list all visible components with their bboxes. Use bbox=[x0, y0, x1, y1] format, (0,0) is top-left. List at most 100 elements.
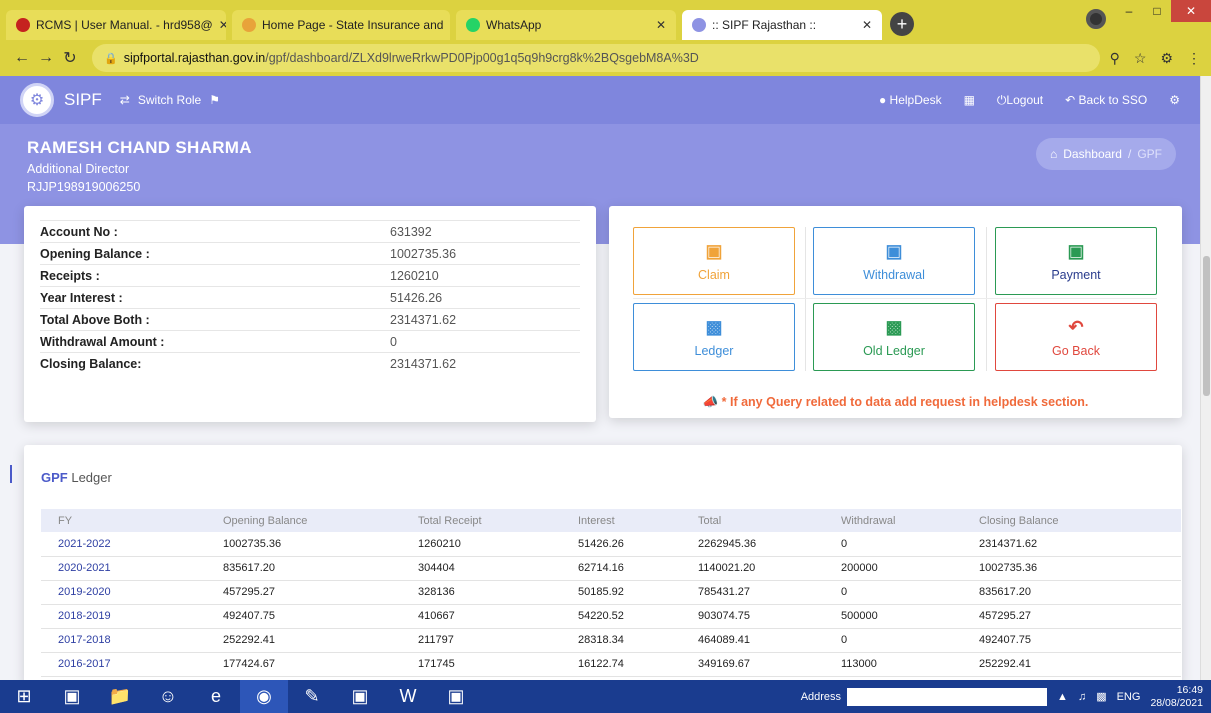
fy-link[interactable]: 2017-2018 bbox=[41, 628, 206, 653]
close-tab-icon[interactable]: ✕ bbox=[862, 18, 872, 32]
minimize-icon[interactable]: – bbox=[1115, 0, 1143, 22]
calendar-icon[interactable]: ▦ bbox=[964, 93, 975, 107]
switch-role-button[interactable]: ⇄ Switch Role ⚑ bbox=[120, 93, 220, 107]
ledger-button[interactable]: ▩ Ledger bbox=[633, 303, 795, 371]
ledger-cell: 457295.27 bbox=[206, 580, 401, 605]
app-icon[interactable]: ▣ bbox=[432, 680, 480, 713]
ledger-title-rest: Ledger bbox=[67, 470, 112, 485]
paint-icon[interactable]: ✎ bbox=[288, 680, 336, 713]
ledger-cell: 304404 bbox=[401, 556, 561, 581]
browser-tab-title: :: SIPF Rajasthan :: bbox=[712, 18, 817, 32]
employee-designation: Additional Director bbox=[27, 162, 130, 176]
forward-arrow-icon[interactable]: → bbox=[34, 49, 58, 67]
ledger-column-header[interactable]: Total bbox=[681, 509, 824, 532]
back-to-sso-link[interactable]: ↶ Back to SSO bbox=[1065, 93, 1147, 107]
chevron-up-icon[interactable]: ▲ bbox=[1057, 691, 1068, 703]
logout-link[interactable]: ⏻Logout bbox=[997, 93, 1043, 108]
section-accent-bar bbox=[10, 465, 12, 483]
account-value: 631392 bbox=[390, 220, 580, 243]
table-row: 2021-2022 1002735.36 1260210 51426.26 226294… bbox=[41, 532, 1181, 557]
close-window-icon[interactable]: ✕ bbox=[1171, 0, 1211, 22]
close-tab-icon[interactable]: ✕ bbox=[656, 18, 666, 32]
browser-tab[interactable]: RCMS | User Manual. - hrd958@ ✕ bbox=[6, 10, 226, 40]
ledger-cell: 50185.92 bbox=[561, 580, 681, 605]
app-icon[interactable]: ☺ bbox=[144, 680, 192, 713]
old-ledger-button[interactable]: ▩ Old Ledger bbox=[813, 303, 975, 371]
fy-link[interactable]: 2020-2021 bbox=[41, 556, 206, 581]
window-controls: – □ ✕ bbox=[1115, 0, 1211, 22]
ledger-cell: 16122.74 bbox=[561, 652, 681, 677]
fy-link[interactable]: 2019-2020 bbox=[41, 580, 206, 605]
url-field[interactable]: 🔒 sipfportal.rajasthan.gov.in/gpf/dashbo… bbox=[92, 44, 1100, 72]
browser-tab[interactable]: :: SIPF Rajasthan :: ✕ bbox=[682, 10, 882, 40]
divider bbox=[633, 298, 1157, 299]
new-tab-icon[interactable]: + bbox=[890, 12, 914, 36]
flag-icon: ⚑ bbox=[209, 93, 220, 107]
chrome-icon[interactable]: ◉ bbox=[240, 680, 288, 713]
close-tab-icon[interactable]: ✕ bbox=[449, 18, 450, 32]
ledger-cell: 2262945.36 bbox=[681, 532, 824, 557]
browser-tab[interactable]: WhatsApp ✕ bbox=[456, 10, 676, 40]
account-row: Opening Balance :1002735.36 bbox=[40, 242, 580, 265]
swap-icon: ⇄ bbox=[119, 93, 130, 107]
language-indicator[interactable]: ENG bbox=[1117, 691, 1141, 703]
ledger-column-header[interactable]: Opening Balance bbox=[206, 509, 401, 532]
menu-dots-icon[interactable]: ⋮ bbox=[1187, 50, 1201, 67]
page-scrollbar[interactable] bbox=[1200, 76, 1211, 680]
file-explorer-icon[interactable]: 📁 bbox=[96, 680, 144, 713]
zoom-icon[interactable]: ⚲ bbox=[1110, 50, 1120, 67]
ledger-cell: 54220.52 bbox=[561, 604, 681, 629]
claim-button[interactable]: ▣ Claim bbox=[633, 227, 795, 295]
taskbar-address-input[interactable] bbox=[847, 687, 1048, 706]
fy-link[interactable]: 2016-2017 bbox=[41, 652, 206, 677]
browser-profile-icon[interactable] bbox=[1086, 9, 1106, 29]
divider bbox=[805, 227, 806, 371]
bookmark-star-icon[interactable]: ☆ bbox=[1134, 50, 1147, 67]
ledger-column-header[interactable]: Interest bbox=[561, 509, 681, 532]
app-icon[interactable]: ▣ bbox=[336, 680, 384, 713]
brand-name[interactable]: SIPF bbox=[64, 90, 102, 110]
fy-link[interactable]: 2021-2022 bbox=[41, 532, 206, 557]
close-tab-icon[interactable]: ✕ bbox=[219, 18, 226, 32]
fy-link[interactable]: 2018-2019 bbox=[41, 604, 206, 629]
ledger-column-header[interactable]: FY bbox=[41, 509, 206, 532]
settings-gear-icon[interactable]: ⚙ bbox=[1169, 93, 1180, 107]
signal-icon[interactable]: ▩ bbox=[1096, 690, 1106, 703]
ledger-column-header[interactable]: Total Receipt bbox=[401, 509, 561, 532]
account-label: Receipts : bbox=[40, 264, 390, 287]
breadcrumb: ⌂ Dashboard / GPF bbox=[1036, 138, 1176, 170]
reload-icon[interactable]: ↻ bbox=[58, 48, 82, 68]
scrollbar-thumb[interactable] bbox=[1203, 256, 1210, 396]
windows-start-icon[interactable]: ⊞ bbox=[0, 680, 48, 713]
sipf-logo[interactable]: ⚙ bbox=[20, 83, 54, 117]
word-icon[interactable]: W bbox=[384, 680, 432, 713]
clock[interactable]: 16:49 28/08/2021 bbox=[1150, 684, 1203, 710]
ledger-cell: 500000 bbox=[824, 604, 962, 629]
volume-icon[interactable]: ♫ bbox=[1078, 691, 1086, 703]
ledger-cell: 349169.67 bbox=[681, 652, 824, 677]
maximize-icon[interactable]: □ bbox=[1143, 0, 1171, 22]
withdrawal-button[interactable]: ▣ Withdrawal bbox=[813, 227, 975, 295]
helpdesk-link[interactable]: ● HelpDesk bbox=[879, 93, 942, 107]
ledger-cell: 1140021.20 bbox=[681, 556, 824, 581]
store-icon[interactable]: ▣ bbox=[48, 680, 96, 713]
extension-icon[interactable]: ⚙ bbox=[1160, 50, 1173, 67]
ledger-cell: 835617.20 bbox=[206, 556, 401, 581]
ledger-label: Ledger bbox=[694, 343, 734, 358]
claim-label: Claim bbox=[698, 267, 730, 282]
account-label: Account No : bbox=[40, 220, 390, 243]
payment-button[interactable]: ▣ Payment bbox=[995, 227, 1157, 295]
internet-explorer-icon[interactable]: e bbox=[192, 680, 240, 713]
helpdesk-label: HelpDesk bbox=[889, 93, 942, 107]
payment-label: Payment bbox=[1051, 267, 1101, 282]
ledger-column-header[interactable]: Closing Balance bbox=[962, 509, 1181, 532]
go-back-button[interactable]: ↶ Go Back bbox=[995, 303, 1157, 371]
account-label: Opening Balance : bbox=[40, 242, 390, 265]
browser-tab[interactable]: Home Page - State Insurance and ✕ bbox=[232, 10, 450, 40]
ledger-column-header[interactable]: Withdrawal bbox=[824, 509, 962, 532]
power-icon: ⏻ bbox=[996, 92, 1007, 107]
address-label: Address bbox=[800, 690, 842, 703]
breadcrumb-dashboard[interactable]: Dashboard bbox=[1063, 147, 1122, 161]
ledger-cell: 62714.16 bbox=[561, 556, 681, 581]
back-arrow-icon[interactable]: ← bbox=[10, 49, 34, 67]
